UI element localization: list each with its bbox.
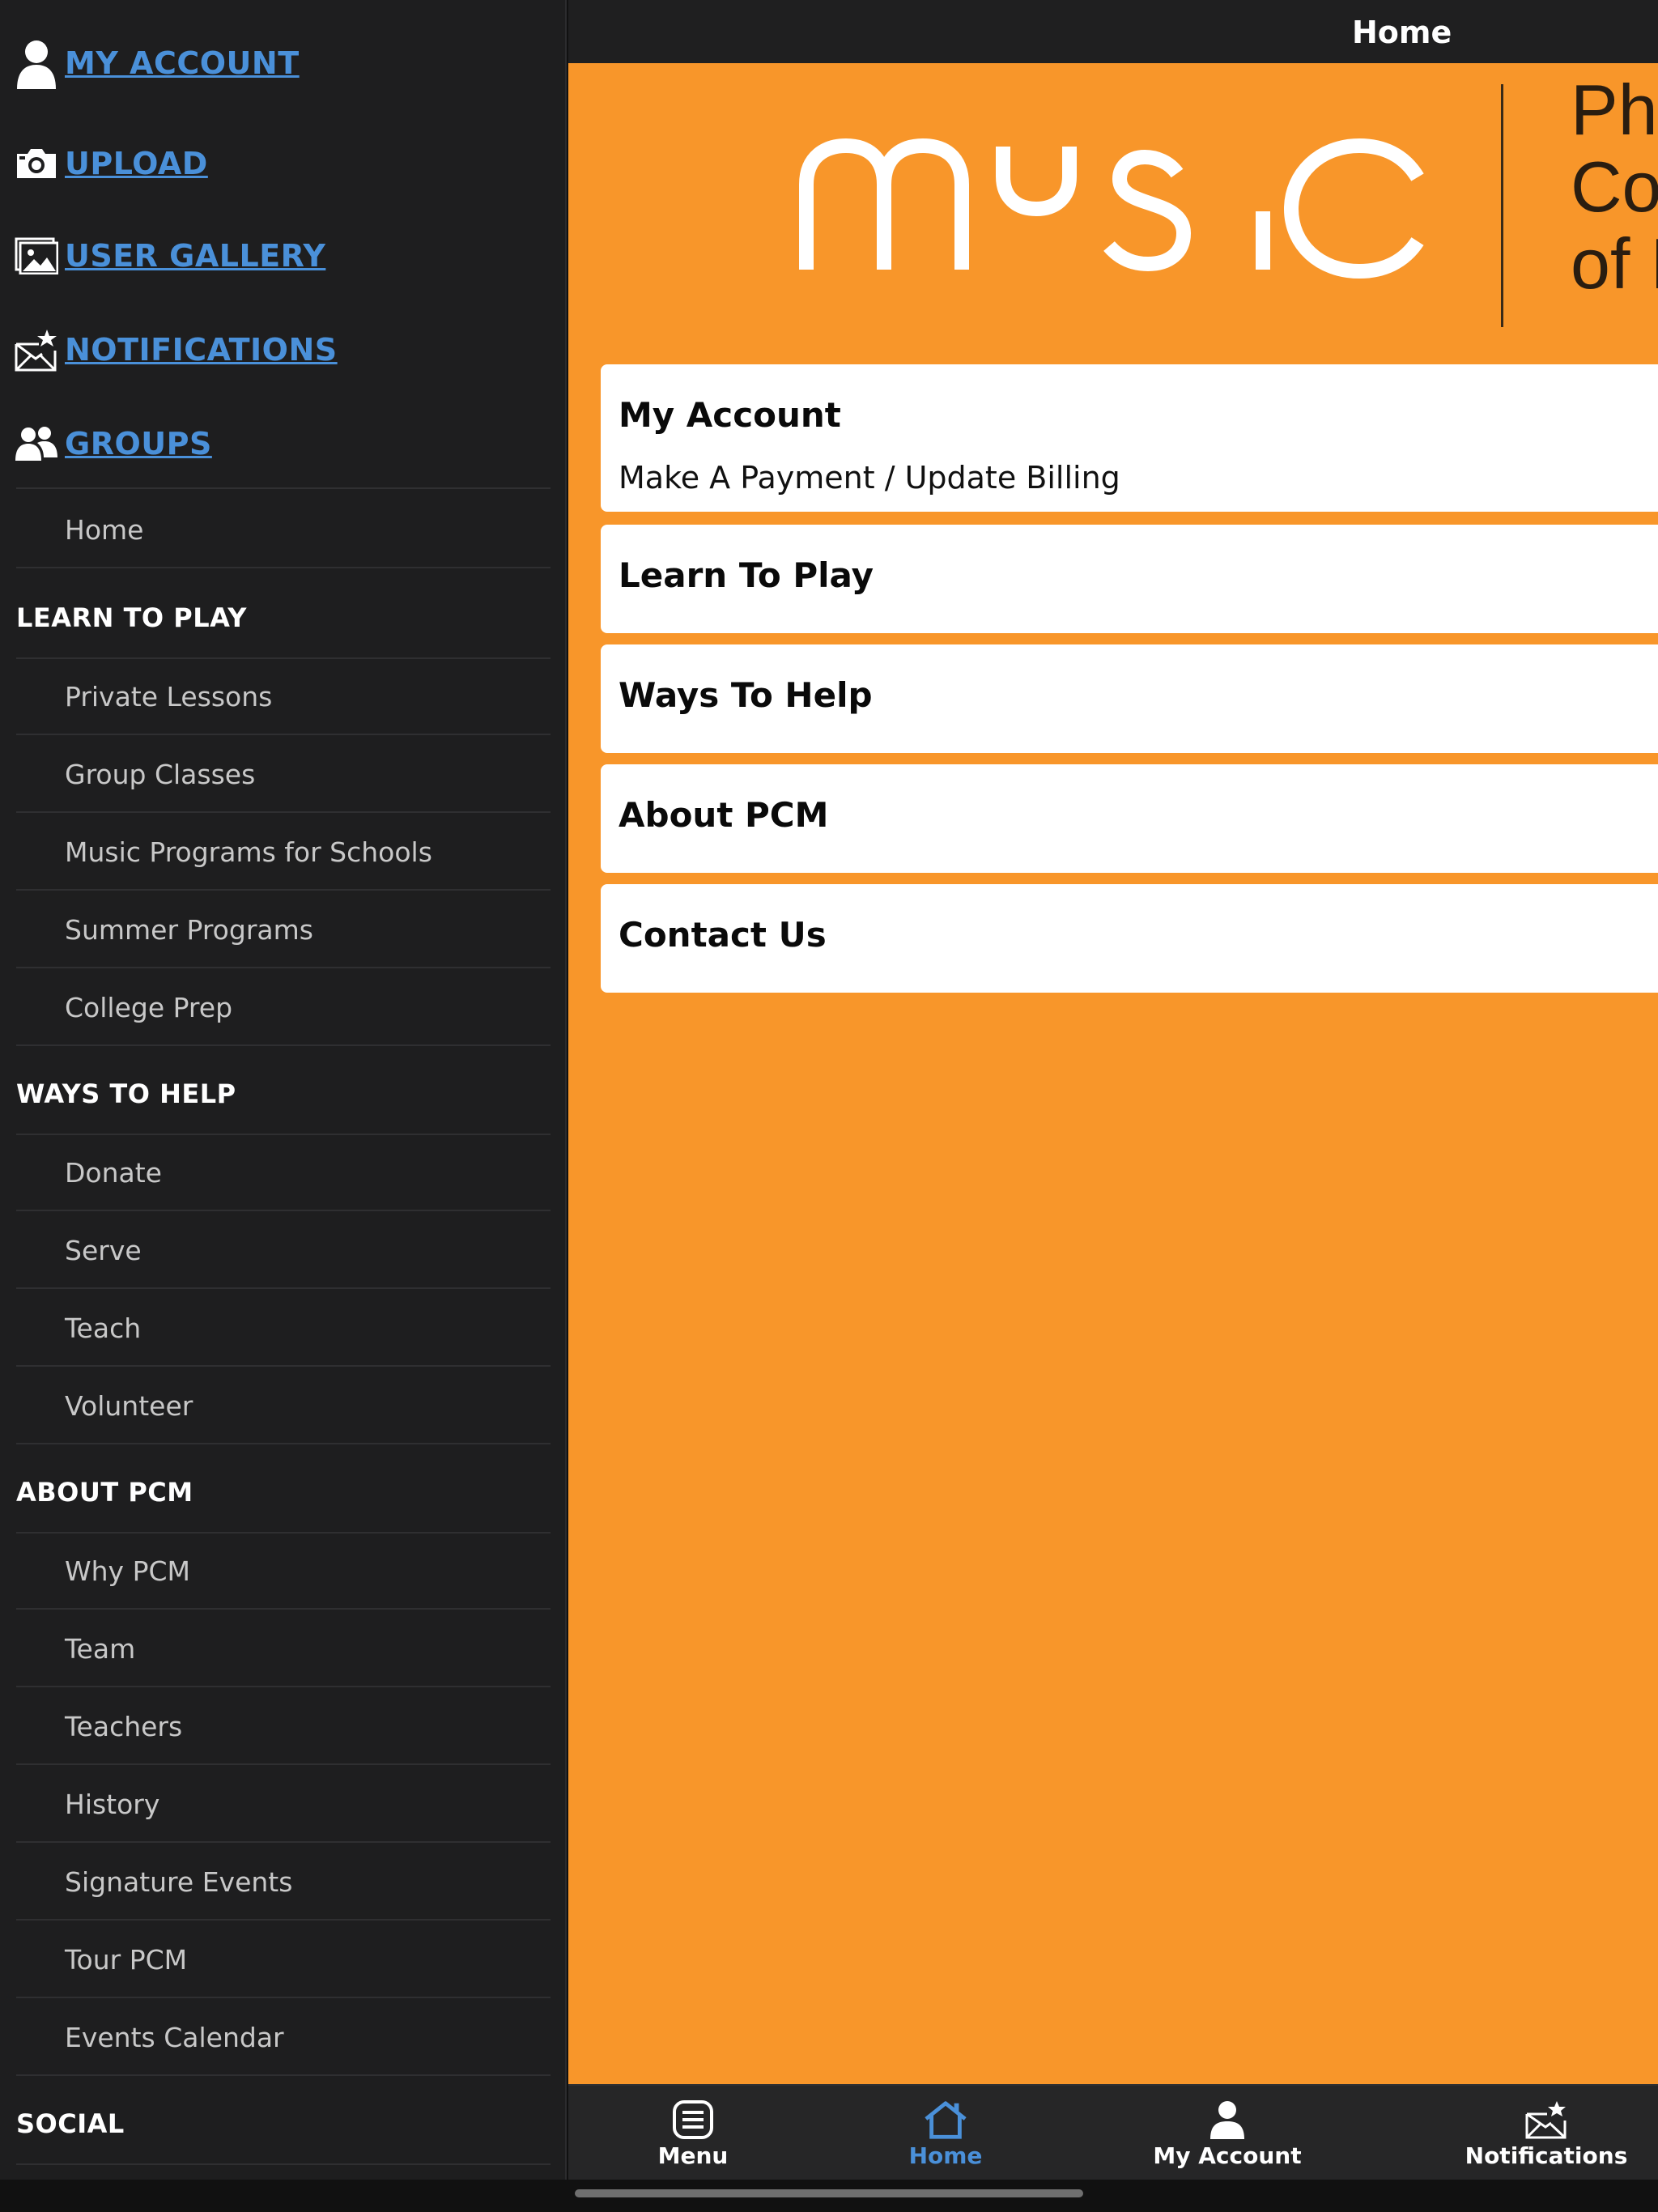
banner-divider [1501,84,1503,327]
sidebar-link-label: GROUPS [65,426,212,462]
banner-line: of I [1571,223,1658,304]
notifications-icon [15,321,58,378]
banner-line: Pho [1571,70,1658,150]
tab-label: Menu [657,2142,729,2169]
camera-icon [15,135,58,192]
top-bar: Home [568,0,1658,63]
user-icon [15,35,58,91]
gallery-icon [15,228,58,284]
card-learn-to-play[interactable]: Learn To Play [601,525,1658,633]
sidebar-menu: MY ACCOUNT UPLOAD USER GALLERY NOTIFICAT… [0,0,567,2212]
tab-home[interactable]: Home [824,2086,1067,2181]
bottom-tab-bar: Menu Home My Account Notifications [568,2084,1658,2180]
card-about-pcm[interactable]: About PCM [601,764,1658,873]
sidebar-item-teachers[interactable]: Teachers [16,1689,551,1765]
banner-line: Co [1571,147,1658,227]
tab-label: My Account [1153,2142,1302,2169]
sidebar-link-my-account[interactable]: MY ACCOUNT [15,31,549,96]
tab-label: Notifications [1465,2142,1628,2169]
sidebar-link-label: MY ACCOUNT [65,45,300,81]
card-title: About PCM [619,795,829,835]
card-my-account[interactable]: My Account Make A Payment / Update Billi… [601,364,1658,512]
tab-label: Home [908,2142,983,2169]
tab-menu[interactable]: Menu [572,2086,814,2181]
main-content: Home Ph Co of My Account Make A Payment … [568,0,1658,2212]
menu-icon [670,2099,716,2141]
sidebar-link-upload[interactable]: UPLOAD [15,131,549,196]
sidebar-section-about-pcm[interactable]: ABOUT PCM [16,1453,551,1534]
sidebar-item-team[interactable]: Team [16,1611,551,1687]
sidebar-divider [16,487,551,489]
sidebar-link-groups[interactable]: GROUPS [15,411,549,476]
tab-notifications[interactable]: Notifications [1425,2086,1658,2181]
sidebar-item-volunteer[interactable]: Volunteer [16,1368,551,1444]
sidebar-item-music-programs-for-schools[interactable]: Music Programs for Schools [16,815,551,891]
sidebar-item-serve[interactable]: Serve [16,1213,551,1289]
app-root: MY ACCOUNT UPLOAD USER GALLERY NOTIFICAT… [0,0,1658,2212]
card-contact-us[interactable]: Contact Us [601,884,1658,993]
sidebar-item-teach[interactable]: Teach [16,1291,551,1367]
groups-icon [15,415,58,472]
card-title: Ways To Help [619,675,873,715]
banner-organization-name: Pho Co of I [1571,71,1658,302]
page-title: Home [1352,15,1452,50]
tab-my-account[interactable]: My Account [1106,2086,1349,2181]
sidebar-item-private-lessons[interactable]: Private Lessons [16,659,551,735]
sidebar-item-summer-programs[interactable]: Summer Programs [16,892,551,968]
sidebar-item-signature-events[interactable]: Signature Events [16,1844,551,1921]
notifications-icon [1524,2099,1569,2141]
card-ways-to-help[interactable]: Ways To Help [601,644,1658,753]
sidebar-section-social[interactable]: SOCIAL [16,2084,551,2165]
sidebar-item-events-calendar[interactable]: Events Calendar [16,2000,551,2076]
sidebar-item-home[interactable]: Home [16,492,551,568]
sidebar-item-why-pcm[interactable]: Why PCM [16,1534,551,1610]
sidebar-link-label: NOTIFICATIONS [65,332,338,368]
sidebar-item-group-classes[interactable]: Group Classes [16,737,551,813]
card-title: My Account [619,395,841,435]
sidebar-item-college-prep[interactable]: College Prep [16,970,551,1046]
home-icon [923,2099,968,2141]
sidebar-link-label: UPLOAD [65,146,208,181]
card-subtitle: Make A Payment / Update Billing [619,460,1120,496]
sidebar-section-learn-to-play[interactable]: LEARN TO PLAY [16,578,551,659]
sidebar-item-tour-pcm[interactable]: Tour PCM [16,1922,551,1998]
sidebar-link-user-gallery[interactable]: USER GALLERY [15,223,549,288]
sidebar-item-donate[interactable]: Donate [16,1135,551,1211]
home-indicator[interactable] [575,2189,1083,2197]
brand-banner: Pho Co of I [568,63,1658,348]
music-logo [799,138,1424,279]
sidebar-section-ways-to-help[interactable]: WAYS TO HELP [16,1054,551,1135]
card-title: Contact Us [619,915,827,955]
sidebar-item-history[interactable]: History [16,1767,551,1843]
sidebar-link-notifications[interactable]: NOTIFICATIONS [15,317,549,382]
sidebar-link-label: USER GALLERY [65,238,326,274]
card-title: Learn To Play [619,555,874,595]
account-icon [1205,2099,1250,2141]
